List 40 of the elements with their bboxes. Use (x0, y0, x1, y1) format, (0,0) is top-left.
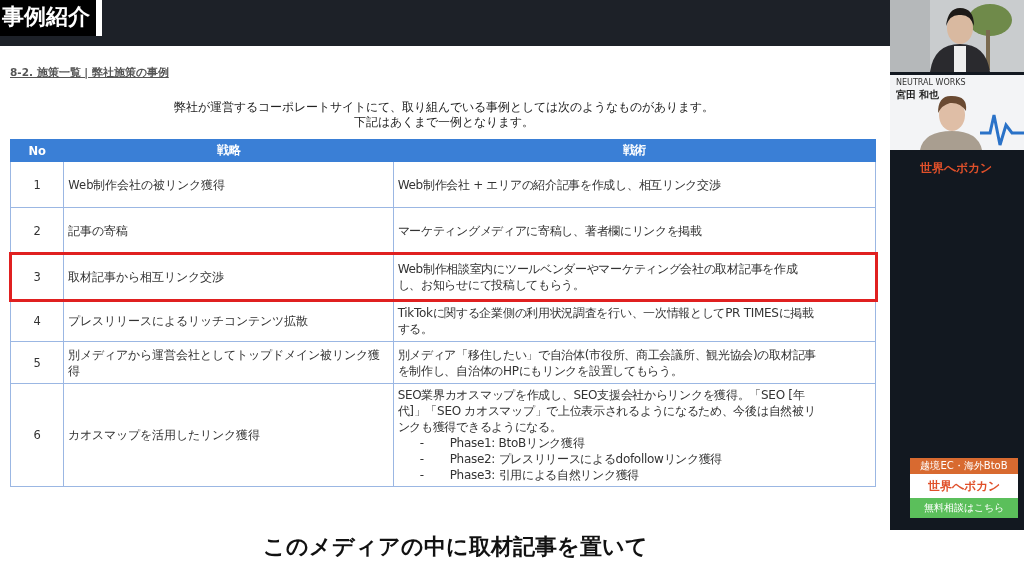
intro-text: 下記はあくまで一例となります。 (353, 115, 535, 130)
cell-text: 代]」「SEO カオスマップ」で上位表示されるようになるため、今後は自然被リ (397, 403, 817, 419)
table-cell: プレスリリースによるリッチコンテンツ拡散 (63, 299, 394, 342)
dash: - (419, 467, 425, 483)
table-cell: 4 (10, 299, 64, 342)
table-cell: 5 (10, 341, 64, 384)
table-cell: Web制作会社の被リンク獲得 (63, 161, 394, 208)
cell-text: Web制作相談室内にツールベンダーやマーケティング会社の取材記事を作成 (397, 260, 799, 277)
table-cell: 2 (10, 207, 64, 254)
column-header: 戦術 (393, 139, 876, 162)
table-cell: 1 (10, 161, 64, 208)
table-cell: カオスマップを活用したリンク獲得 (63, 383, 394, 487)
cell-text: を制作し、自治体のHPにもリンクを設置してもらう。 (397, 362, 684, 379)
column-header: 戦略 (63, 139, 394, 162)
dash: - (419, 451, 425, 467)
bullet-text: Phase1: BtoBリンク獲得 (449, 436, 585, 450)
cell-text: 別メディア「移住したい」で自治体(市役所、商工会議所、観光協会)の取材記事 (397, 346, 817, 363)
bullet-text: Phase2: プレスリリースによるdofollowリンク獲得 (449, 452, 722, 466)
cell-text: し、お知らせにて投稿してもらう。 (397, 276, 586, 293)
cell-text: する。 (397, 320, 434, 337)
table-cell: 6 (10, 383, 64, 487)
dash: - (419, 435, 425, 451)
company-name: NEUTRAL WORKS (895, 77, 967, 87)
banner-logo: 世界へボカン (928, 478, 1000, 495)
banner-heading: 越境EC・海外BtoB (910, 458, 1018, 474)
table-cell: 別メディアから運営会社としてトップドメイン被リンク獲得 (63, 341, 394, 384)
caption: このメディアの中に取材記事を置いて (261, 533, 649, 561)
logo-text: 世界へボカン (919, 160, 993, 177)
column-header: No (10, 139, 64, 162)
person-name: 宮田 和也 (895, 88, 941, 102)
section-title: 事例紹介 (0, 0, 102, 36)
cell-text: Web制作会社 + エリアの紹介記事を作成し、相互リンク交渉 (397, 176, 722, 193)
cell-text: マーケティングメディアに寄稿し、著者欄にリンクを掲載 (397, 222, 703, 239)
cell-text: SEO業界カオスマップを作成し、SEO支援会社からリンクを獲得。「SEO [年 (397, 387, 806, 403)
bullet-text: Phase3: 引用による自然リンク獲得 (449, 468, 639, 482)
intro-text: 弊社が運営するコーポレートサイトにて、取り組んでいる事例としては次のようなものがあります。 (173, 100, 715, 115)
cell-text: ンクも獲得できるようになる。 (397, 419, 563, 435)
consult-button[interactable]: 無料相談はこちら (910, 498, 1018, 518)
breadcrumb: 8-2. 施策一覧 | 弊社施策の事例 (10, 66, 170, 80)
cell-text: TikTokに関する企業側の利用状況調査を行い、一次情報としてPR TIMESに掲載 (397, 304, 815, 321)
